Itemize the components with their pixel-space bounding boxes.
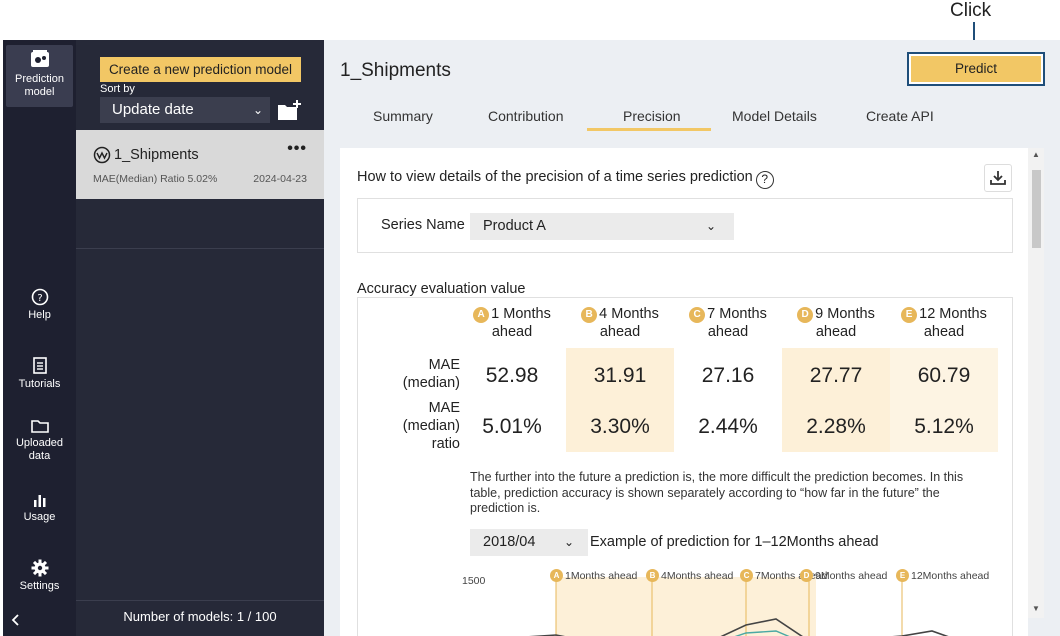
left-rail: Prediction model ? Help Tutorials Upload… [3,40,76,636]
series-select-value: Product A [483,218,546,234]
rail-item-label: Help [28,309,51,321]
badge: C [689,307,706,323]
model-metric: MAE(Median) Ratio 5.02% [93,173,218,185]
help-link-text: How to view details of the precision of … [357,169,753,185]
precision-content: How to view details of the precision of … [340,148,1028,636]
page-title: 1_Shipments [340,60,451,81]
month-select[interactable]: 2018/04 ⌄ [470,529,588,556]
rail-item-label: Prediction model [15,73,64,98]
badge: E [901,307,918,323]
rail-item-prediction-model[interactable]: Prediction model [3,50,76,99]
active-tab-indicator [587,128,711,131]
series-select[interactable]: Product A ⌄ [470,213,734,240]
table-cell: 60.79 [917,364,971,387]
gear-icon [31,559,48,577]
badge: A [473,307,490,323]
download-button[interactable] [984,164,1012,192]
chart-marker-tag: D 9Months ahead [800,569,887,582]
table-cell: 2.28% [806,415,866,438]
table-cell: 5.12% [914,415,974,438]
model-date: 2024-04-23 [253,173,307,185]
click-annotation: Click [950,0,992,21]
tab-precision[interactable]: Precision [623,108,681,124]
help-icon: ? [31,288,48,306]
rail-item-label: Tutorials [18,378,61,390]
badge: D [797,307,814,323]
chevron-left-icon[interactable] [11,614,21,626]
prediction-model-icon [30,50,49,67]
sort-by-label: Sort by [100,83,135,95]
scroll-up-icon[interactable]: ▲ [1032,150,1040,159]
chevron-down-icon: ⌄ [563,535,574,549]
help-line[interactable]: How to view details of the precision of … [357,169,774,189]
usage-chart-icon [33,495,45,507]
row-label-mae-ratio: MAE (median) ratio [402,400,460,452]
table-cell: 2.44% [698,415,758,438]
predict-button[interactable]: Predict [911,56,1041,82]
help-icon: ? [755,171,774,189]
chart-marker-tag: E 12Months ahead [896,569,989,582]
badge: B [581,307,598,323]
table-cell: 3.30% [590,415,650,438]
chevron-down-icon: ⌄ [252,103,263,117]
table-cell: 27.77 [809,364,863,387]
column-header: C7 Months ahead [674,305,782,341]
tab-model-details[interactable]: Model Details [732,108,817,124]
scroll-thumb[interactable] [1032,170,1041,248]
model-list-item[interactable]: 1_Shipments ••• MAE(Median) Ratio 5.02% … [76,130,324,199]
chart-marker-tag: A 1Months ahead [550,569,637,582]
download-icon [990,171,1006,185]
chevron-down-icon: ⌄ [705,219,716,233]
example-label: Example of prediction for 1–12Months ahe… [590,534,879,550]
explanation-text: The further into the future a prediction… [470,470,964,515]
column-header: E 12 Months ahead [890,305,998,341]
scroll-down-icon[interactable]: ▼ [1032,604,1040,613]
model-list-panel: Create a new prediction model Sort by Up… [76,40,324,636]
column-header: B4 Months ahead [566,305,674,341]
series-name-label: Series Name [381,217,465,233]
rail-item-usage[interactable]: Usage [3,492,76,524]
create-model-button[interactable]: Create a new prediction model [100,57,301,82]
table-cell: 5.01% [482,415,542,438]
folder-icon [30,420,49,433]
list-divider [76,248,324,249]
row-label-mae: MAE (median) [402,357,460,391]
predict-button-highlight[interactable]: Predict [907,52,1045,86]
prediction-example-chart: 1500 1000 A1Months ahead B4Months ahead … [462,563,1012,636]
sort-select[interactable]: Update date ⌄ [100,97,270,123]
model-type-icon [93,146,111,164]
more-options-icon[interactable]: ••• [287,140,307,158]
rail-item-label: Settings [19,580,60,592]
chart-marker-tag: B 4Months ahead [646,569,733,582]
tab-summary[interactable]: Summary [373,108,433,124]
column-header: D9 Months ahead [782,305,890,341]
rail-item-tutorials[interactable]: Tutorials [3,357,76,391]
rail-item-label: Usage [23,511,56,523]
model-count: Number of models: 1 / 100 [76,600,324,630]
accuracy-title: Accuracy evaluation value [357,281,526,297]
model-name: 1_Shipments [114,147,199,163]
tutorials-icon [32,357,47,374]
month-select-value: 2018/04 [483,534,536,550]
svg-text:?: ? [37,293,42,304]
table-cell: 52.98 [485,364,539,387]
accuracy-table: A1 Months ahead B4 Months ahead C7 Months a… [357,297,1013,636]
rail-item-uploaded-data[interactable]: Uploaded data [3,418,76,463]
table-cell: 31.91 [593,364,647,387]
series-filter-box: Series Name Product A ⌄ [357,198,1013,253]
new-folder-icon[interactable] [276,98,302,122]
main-area: 1_Shipments Predict Summary Contribution… [324,40,1060,636]
rail-item-settings[interactable]: Settings [3,559,76,593]
sort-select-value: Update date [112,101,194,118]
y-tick-label: 1500 [462,575,486,587]
tab-contribution[interactable]: Contribution [488,108,564,124]
rail-item-label: Uploaded data [15,437,64,462]
tab-create-api[interactable]: Create API [866,108,934,124]
content-scrollbar[interactable]: ▲ ▼ [1028,148,1044,618]
column-header: A1 Months ahead [458,305,566,341]
rail-item-help[interactable]: ? Help [3,288,76,322]
table-cell: 27.16 [701,364,755,387]
